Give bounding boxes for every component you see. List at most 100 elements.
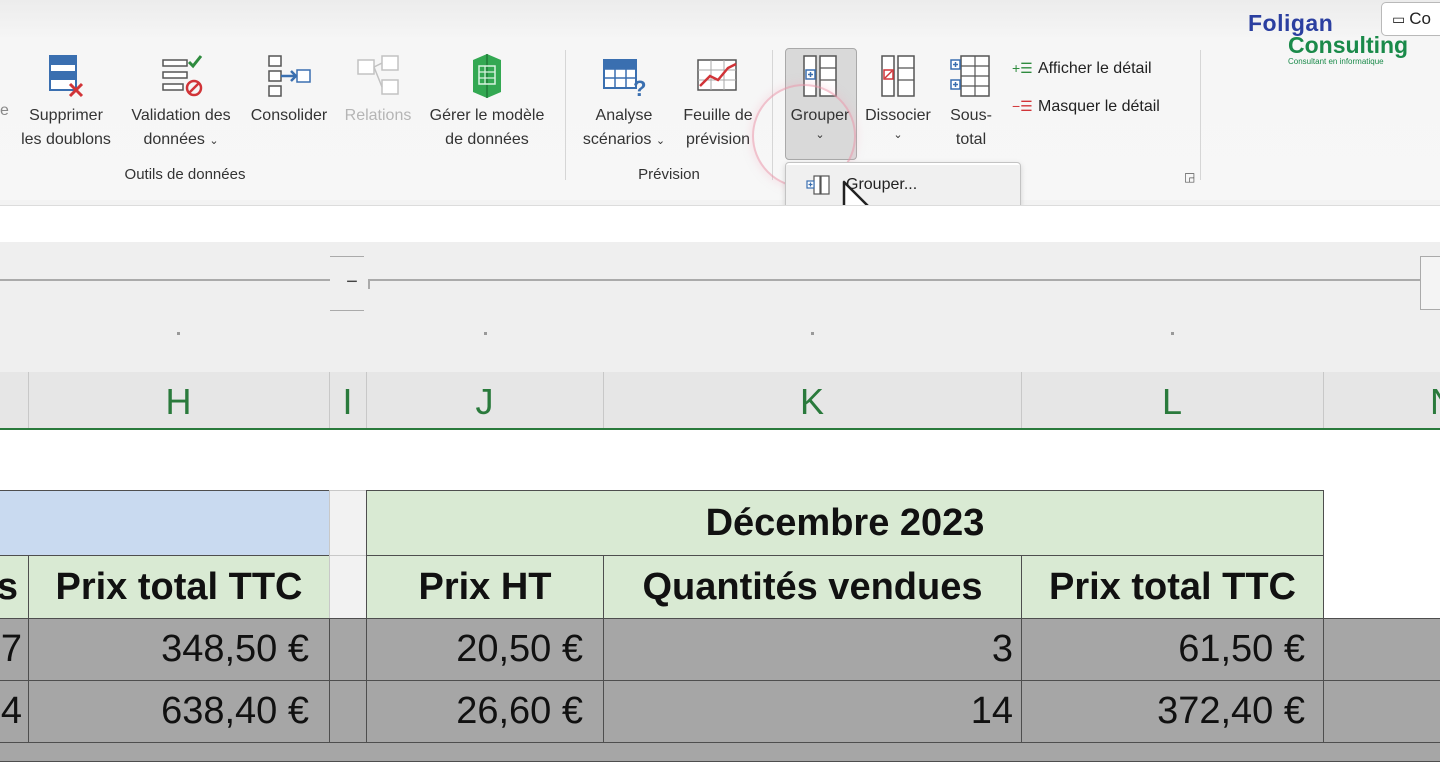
comment-icon: ▭ [1392, 11, 1406, 27]
cell-i-row1[interactable] [329, 618, 367, 681]
consolidate-button[interactable]: Consolider [244, 52, 334, 128]
consolidate-label: Consolider [250, 107, 328, 124]
cell-j-row1[interactable]: 20,50 € [366, 618, 604, 681]
column-header-m[interactable]: N [1323, 372, 1440, 428]
data-validation-icon [162, 55, 203, 97]
subtotal-label: Sous- total [950, 107, 992, 148]
hide-detail-button[interactable]: −☰ Masquer le détail [1012, 94, 1160, 118]
what-if-analysis-text: Analyse scénarios [582, 107, 653, 148]
group-label: Grouper [790, 107, 850, 124]
outline-box-bottom [330, 310, 364, 311]
data-validation-button[interactable]: Validation des données ⌄ [122, 52, 240, 153]
manage-data-model-button[interactable]: Gérer le modèle de données [420, 52, 554, 152]
logo-line2: Consulting [1288, 32, 1409, 58]
outline-bracket-end [368, 279, 370, 289]
consolidate-icon [268, 55, 311, 97]
column-header-i[interactable]: I [329, 372, 367, 428]
logo-tagline: Consultant en informatique [1288, 57, 1384, 66]
hide-detail-icon: −☰ [1012, 98, 1033, 114]
hide-detail-label: Masquer le détail [1038, 98, 1160, 115]
cell-g-row2[interactable]: 4 [0, 680, 29, 743]
forecast-group-label: Prévision [638, 166, 700, 183]
merged-header-previous-month[interactable] [0, 490, 330, 556]
cell-k-row2[interactable]: 14 [603, 680, 1022, 743]
outline-box-top [330, 256, 364, 257]
svg-text:?: ? [633, 76, 646, 100]
data-tools-group-label: Outils de données [124, 166, 246, 183]
show-detail-label: Afficher le détail [1038, 60, 1152, 77]
group-separator [772, 50, 773, 180]
formula-bar[interactable] [0, 205, 1440, 243]
outline-dot [484, 332, 487, 335]
chevron-down-icon: ⌄ [209, 135, 219, 147]
ribbon: e Supprimer les doublons Validation des … [0, 0, 1440, 200]
show-detail-button[interactable]: +☰ Afficher le détail [1012, 56, 1152, 80]
cell-k-row1[interactable]: 3 [603, 618, 1022, 681]
forecast-sheet-icon [697, 59, 737, 91]
table-row-partial[interactable] [0, 742, 1440, 762]
group-icon [803, 55, 837, 97]
comments-button[interactable]: ▭ Co [1381, 2, 1440, 36]
remove-duplicates-icon [49, 55, 84, 98]
what-if-analysis-button[interactable]: ? Analyse scénarios ⌄ [576, 52, 672, 153]
column-header-h[interactable]: H [28, 372, 330, 428]
collapse-group-button[interactable]: − [340, 270, 364, 294]
cell-j-row2[interactable]: 26,60 € [366, 680, 604, 743]
group-button-content[interactable]: Grouper ⌄ [785, 52, 855, 142]
header-cell-g[interactable]: s [0, 555, 29, 619]
forecast-sheet-button[interactable]: Feuille de prévision [674, 52, 762, 152]
outline-bracket-line [0, 279, 330, 281]
subtotal-button[interactable]: Sous- total [938, 52, 1004, 152]
subtotal-icon [950, 55, 990, 97]
cell-i-header[interactable] [329, 490, 367, 556]
column-header-k[interactable]: K [603, 372, 1022, 428]
what-if-analysis-icon: ? [603, 59, 646, 100]
column-header-n[interactable]: N [1430, 381, 1440, 422]
outline-dot [177, 332, 180, 335]
cell-h-row1[interactable]: 348,50 € [28, 618, 330, 681]
forecast-sheet-label: Feuille de prévision [683, 107, 753, 148]
column-header-g[interactable] [0, 372, 29, 428]
expand-group-button[interactable] [1420, 256, 1440, 310]
cell-l-row2[interactable]: 372,40 € [1021, 680, 1324, 743]
data-model-icon [473, 54, 501, 98]
outline-bracket-line [368, 279, 1420, 281]
header-cell-l[interactable]: Prix total TTC [1021, 555, 1324, 619]
comments-label: Co [1409, 9, 1431, 28]
cell-m-row1[interactable] [1323, 618, 1440, 681]
group-small-icon [806, 175, 830, 195]
relations-button[interactable]: Relations [340, 52, 416, 128]
column-headers: H I J K L N [0, 372, 1440, 430]
ungroup-label: Dissocier [865, 107, 931, 124]
menu-item-group[interactable]: Grouper... [786, 165, 1020, 205]
outline-dot [1171, 332, 1174, 335]
cell-i-row2[interactable] [329, 680, 367, 743]
merged-header-december[interactable]: Décembre 2023 [366, 490, 1324, 556]
column-header-l[interactable]: L [1021, 372, 1324, 428]
truncated-command-label: e [0, 102, 9, 119]
cell-h-row2[interactable]: 638,40 € [28, 680, 330, 743]
outline-area: − [0, 242, 1440, 372]
chevron-down-icon: ⌄ [815, 129, 825, 141]
cell-g-row1[interactable]: 7 [0, 618, 29, 681]
what-if-analysis-label: Analyse scénarios ⌄ [576, 104, 672, 153]
column-header-j[interactable]: J [366, 372, 604, 428]
header-cell-j[interactable]: Prix HT [366, 555, 604, 619]
chevron-down-icon: ⌄ [655, 135, 666, 147]
relations-icon [357, 55, 399, 95]
ungroup-button[interactable]: Dissocier ⌄ [860, 52, 936, 142]
remove-duplicates-button[interactable]: Supprimer les doublons [10, 52, 122, 152]
outline-dot [811, 332, 814, 335]
cell-m-row2[interactable] [1323, 680, 1440, 743]
remove-duplicates-label: Supprimer les doublons [21, 107, 111, 148]
manage-data-model-label: Gérer le modèle de données [429, 107, 545, 148]
header-cell-k[interactable]: Quantités vendues [603, 555, 1022, 619]
data-validation-label: Validation des données ⌄ [122, 104, 240, 153]
dialog-launcher-icon[interactable]: ◲ [1184, 170, 1195, 184]
cell-l-row1[interactable]: 61,50 € [1021, 618, 1324, 681]
group-separator [565, 50, 566, 180]
cell-i-subheader[interactable] [329, 555, 367, 619]
ungroup-icon [881, 55, 915, 97]
header-cell-h[interactable]: Prix total TTC [28, 555, 330, 619]
relations-label: Relations [344, 107, 412, 124]
